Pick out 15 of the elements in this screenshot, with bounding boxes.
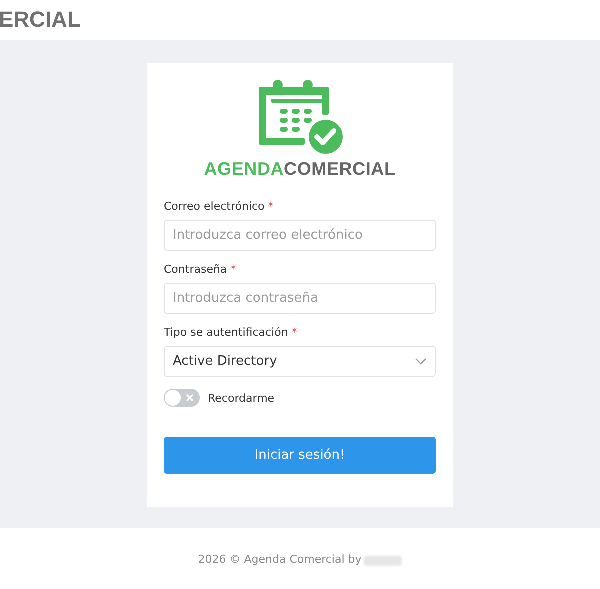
chevron-down-icon [415, 358, 427, 366]
logo-wordmark: AGENDACOMERCIAL [204, 159, 396, 180]
footer-text: 2026 © Agenda Comercial by [198, 553, 362, 566]
field-label: Contraseña * [164, 263, 238, 276]
redaction-mark [364, 556, 402, 566]
brand-name: ERCIAL [0, 7, 81, 33]
auth-type-select[interactable]: Active Directory [164, 346, 436, 377]
calendar-check-icon [256, 79, 344, 155]
field-label: Correo electrónico * [164, 200, 275, 213]
email-field[interactable]: Introduzca correo electrónico [164, 220, 436, 251]
password-field[interactable]: Introduzca contraseña [164, 283, 436, 314]
field-label: Tipo se autentificación * [164, 326, 298, 339]
remember-label: Recordarme [208, 392, 275, 404]
remember-toggle[interactable] [164, 389, 200, 407]
x-icon [186, 394, 194, 402]
